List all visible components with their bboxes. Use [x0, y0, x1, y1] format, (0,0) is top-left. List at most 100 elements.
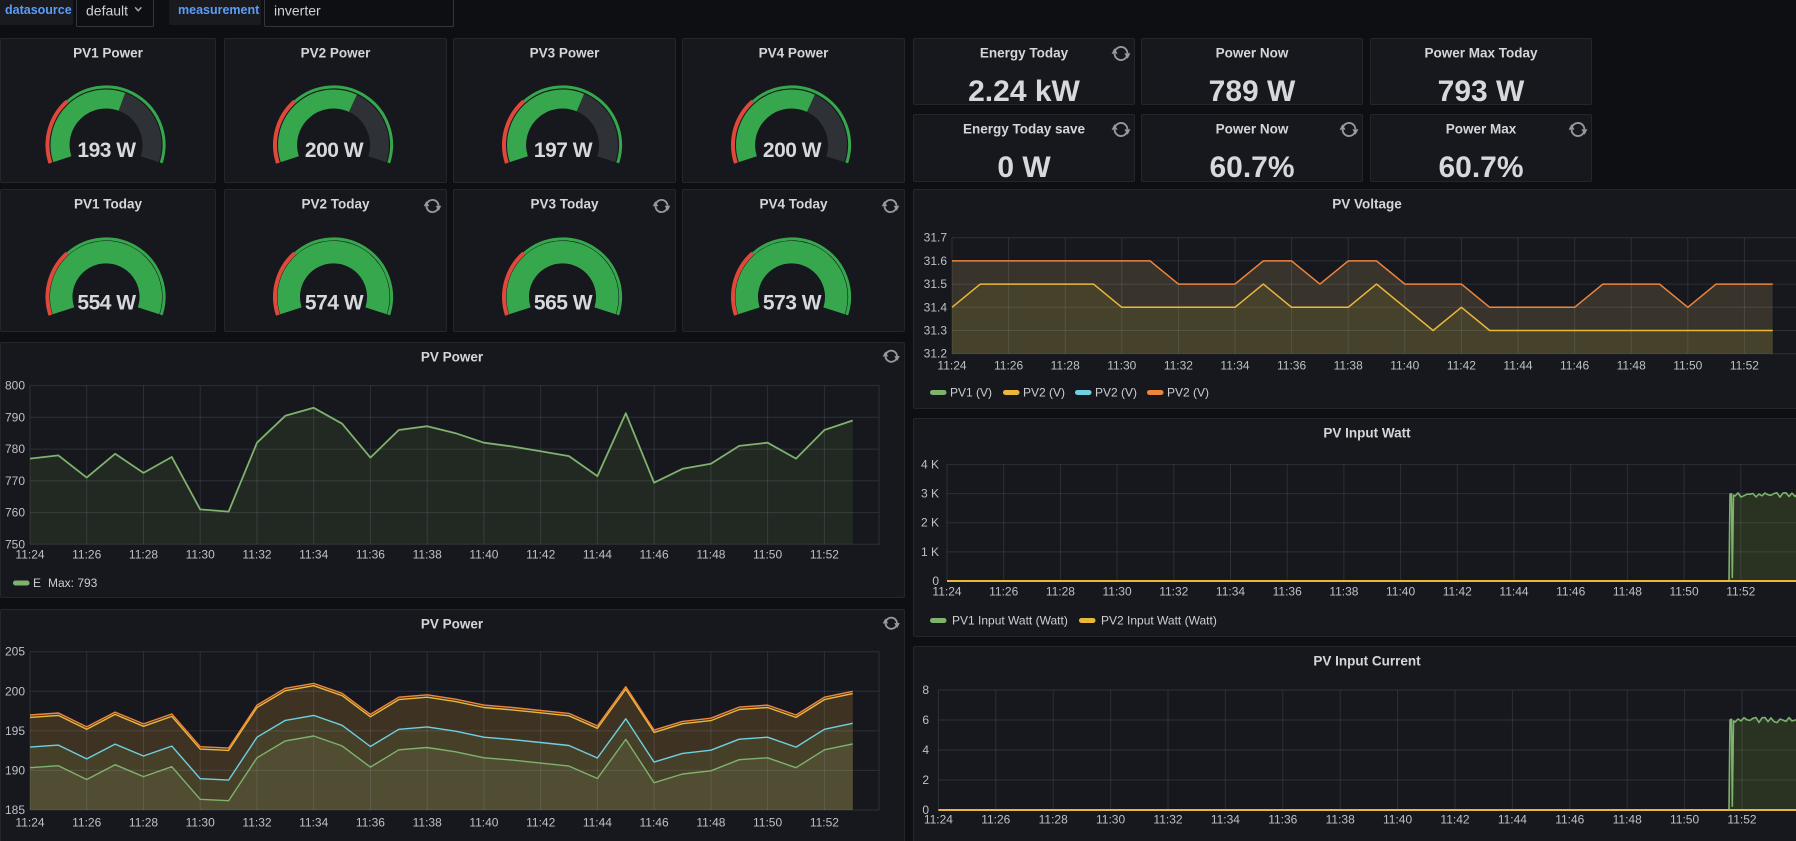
- svg-text:4 K: 4 K: [921, 457, 939, 471]
- svg-text:inverter: inverter: [274, 3, 321, 19]
- svg-text:31.3: 31.3: [924, 324, 948, 338]
- svg-text:11:52: 11:52: [1727, 813, 1756, 827]
- svg-text:PV2 (V): PV2 (V): [1023, 386, 1065, 400]
- svg-text:11:44: 11:44: [1503, 359, 1532, 373]
- svg-text:measurement: measurement: [178, 3, 260, 17]
- svg-text:11:24: 11:24: [937, 359, 966, 373]
- svg-text:11:26: 11:26: [981, 813, 1010, 827]
- svg-text:Energy Today: Energy Today: [980, 46, 1069, 61]
- svg-text:11:40: 11:40: [1390, 359, 1419, 373]
- svg-text:11:24: 11:24: [932, 585, 961, 599]
- svg-text:Power Max Today: Power Max Today: [1424, 46, 1538, 61]
- svg-text:PV Voltage: PV Voltage: [1332, 197, 1402, 212]
- svg-text:11:30: 11:30: [186, 816, 215, 830]
- svg-text:PV1 Input Watt (Watt): PV1 Input Watt (Watt): [952, 614, 1068, 628]
- svg-text:11:36: 11:36: [1277, 359, 1306, 373]
- svg-text:6: 6: [922, 713, 929, 727]
- svg-text:11:28: 11:28: [1046, 585, 1075, 599]
- svg-text:11:50: 11:50: [1670, 585, 1699, 599]
- svg-text:11:34: 11:34: [1211, 813, 1240, 827]
- svg-text:11:28: 11:28: [1039, 813, 1068, 827]
- svg-text:60.7%: 60.7%: [1438, 151, 1523, 184]
- svg-text:PV2 Power: PV2 Power: [301, 46, 372, 61]
- svg-text:11:28: 11:28: [129, 548, 158, 562]
- svg-text:11:24: 11:24: [924, 813, 953, 827]
- svg-text:11:34: 11:34: [1220, 359, 1249, 373]
- svg-text:793 W: 793 W: [1438, 75, 1525, 108]
- svg-text:11:38: 11:38: [1326, 813, 1355, 827]
- svg-text:11:32: 11:32: [1159, 585, 1188, 599]
- svg-text:11:32: 11:32: [1164, 359, 1193, 373]
- svg-text:11:50: 11:50: [753, 816, 782, 830]
- svg-text:11:40: 11:40: [1386, 585, 1415, 599]
- svg-text:11:26: 11:26: [989, 585, 1018, 599]
- svg-text:11:32: 11:32: [242, 548, 271, 562]
- svg-text:PV1 Today: PV1 Today: [74, 197, 143, 212]
- svg-text:11:48: 11:48: [696, 816, 725, 830]
- svg-text:PV2 (V): PV2 (V): [1167, 386, 1209, 400]
- svg-text:31.7: 31.7: [924, 231, 948, 245]
- svg-text:11:50: 11:50: [753, 548, 782, 562]
- svg-text:760: 760: [5, 506, 25, 520]
- svg-text:11:24: 11:24: [15, 816, 44, 830]
- svg-text:PV Input Watt: PV Input Watt: [1323, 426, 1411, 441]
- svg-text:11:26: 11:26: [72, 548, 101, 562]
- svg-text:PV1 Power: PV1 Power: [73, 46, 144, 61]
- svg-text:11:40: 11:40: [1383, 813, 1412, 827]
- svg-text:11:36: 11:36: [356, 548, 385, 562]
- svg-text:Power Now: Power Now: [1216, 46, 1289, 61]
- svg-text:datasource: datasource: [5, 3, 72, 17]
- svg-text:31.4: 31.4: [924, 300, 948, 314]
- svg-text:Energy Today save: Energy Today save: [963, 122, 1086, 137]
- svg-text:11:34: 11:34: [1216, 585, 1245, 599]
- svg-text:11:46: 11:46: [640, 548, 669, 562]
- svg-text:11:46: 11:46: [640, 816, 669, 830]
- svg-text:11:48: 11:48: [696, 548, 725, 562]
- svg-text:11:32: 11:32: [242, 816, 271, 830]
- svg-text:2.24 kW: 2.24 kW: [968, 75, 1080, 108]
- svg-text:8: 8: [922, 683, 929, 697]
- svg-text:2 K: 2 K: [921, 516, 939, 530]
- svg-text:11:46: 11:46: [1555, 813, 1584, 827]
- svg-text:Power Max: Power Max: [1446, 122, 1517, 137]
- svg-text:11:42: 11:42: [1443, 585, 1472, 599]
- svg-text:11:44: 11:44: [1498, 813, 1527, 827]
- svg-text:11:46: 11:46: [1556, 585, 1585, 599]
- svg-text:11:44: 11:44: [583, 548, 612, 562]
- svg-text:11:48: 11:48: [1617, 359, 1646, 373]
- svg-text:11:28: 11:28: [1051, 359, 1080, 373]
- svg-text:11:38: 11:38: [1334, 359, 1363, 373]
- svg-text:4: 4: [922, 743, 929, 757]
- svg-text:PV4 Today: PV4 Today: [759, 197, 828, 212]
- svg-text:default: default: [86, 3, 128, 19]
- svg-text:31.6: 31.6: [924, 254, 948, 268]
- svg-text:11:42: 11:42: [526, 816, 555, 830]
- svg-text:PV3 Power: PV3 Power: [530, 46, 601, 61]
- svg-text:565 W: 565 W: [534, 292, 593, 315]
- svg-text:11:26: 11:26: [72, 816, 101, 830]
- svg-text:11:48: 11:48: [1613, 813, 1642, 827]
- svg-text:PV2 Input Watt (Watt): PV2 Input Watt (Watt): [1101, 614, 1217, 628]
- svg-text:789 W: 789 W: [1209, 75, 1296, 108]
- svg-text:11:30: 11:30: [186, 548, 215, 562]
- svg-text:11:42: 11:42: [1440, 813, 1469, 827]
- svg-text:11:44: 11:44: [583, 816, 612, 830]
- svg-text:11:52: 11:52: [810, 816, 839, 830]
- svg-text:11:26: 11:26: [994, 359, 1023, 373]
- svg-text:11:36: 11:36: [1273, 585, 1302, 599]
- svg-text:11:38: 11:38: [413, 548, 442, 562]
- svg-text:PV Input Current: PV Input Current: [1313, 654, 1421, 669]
- svg-text:31.5: 31.5: [924, 277, 948, 291]
- svg-text:Power Now: Power Now: [1216, 122, 1289, 137]
- svg-text:60.7%: 60.7%: [1209, 151, 1294, 184]
- svg-text:11:48: 11:48: [1613, 585, 1642, 599]
- svg-text:11:36: 11:36: [1268, 813, 1297, 827]
- svg-text:11:50: 11:50: [1670, 813, 1699, 827]
- svg-text:200 W: 200 W: [305, 139, 364, 162]
- svg-text:193 W: 193 W: [77, 139, 136, 162]
- svg-text:790: 790: [5, 410, 25, 424]
- svg-text:3 K: 3 K: [921, 487, 939, 501]
- svg-text:197 W: 197 W: [534, 139, 593, 162]
- svg-text:11:38: 11:38: [413, 816, 442, 830]
- svg-text:2: 2: [922, 773, 929, 787]
